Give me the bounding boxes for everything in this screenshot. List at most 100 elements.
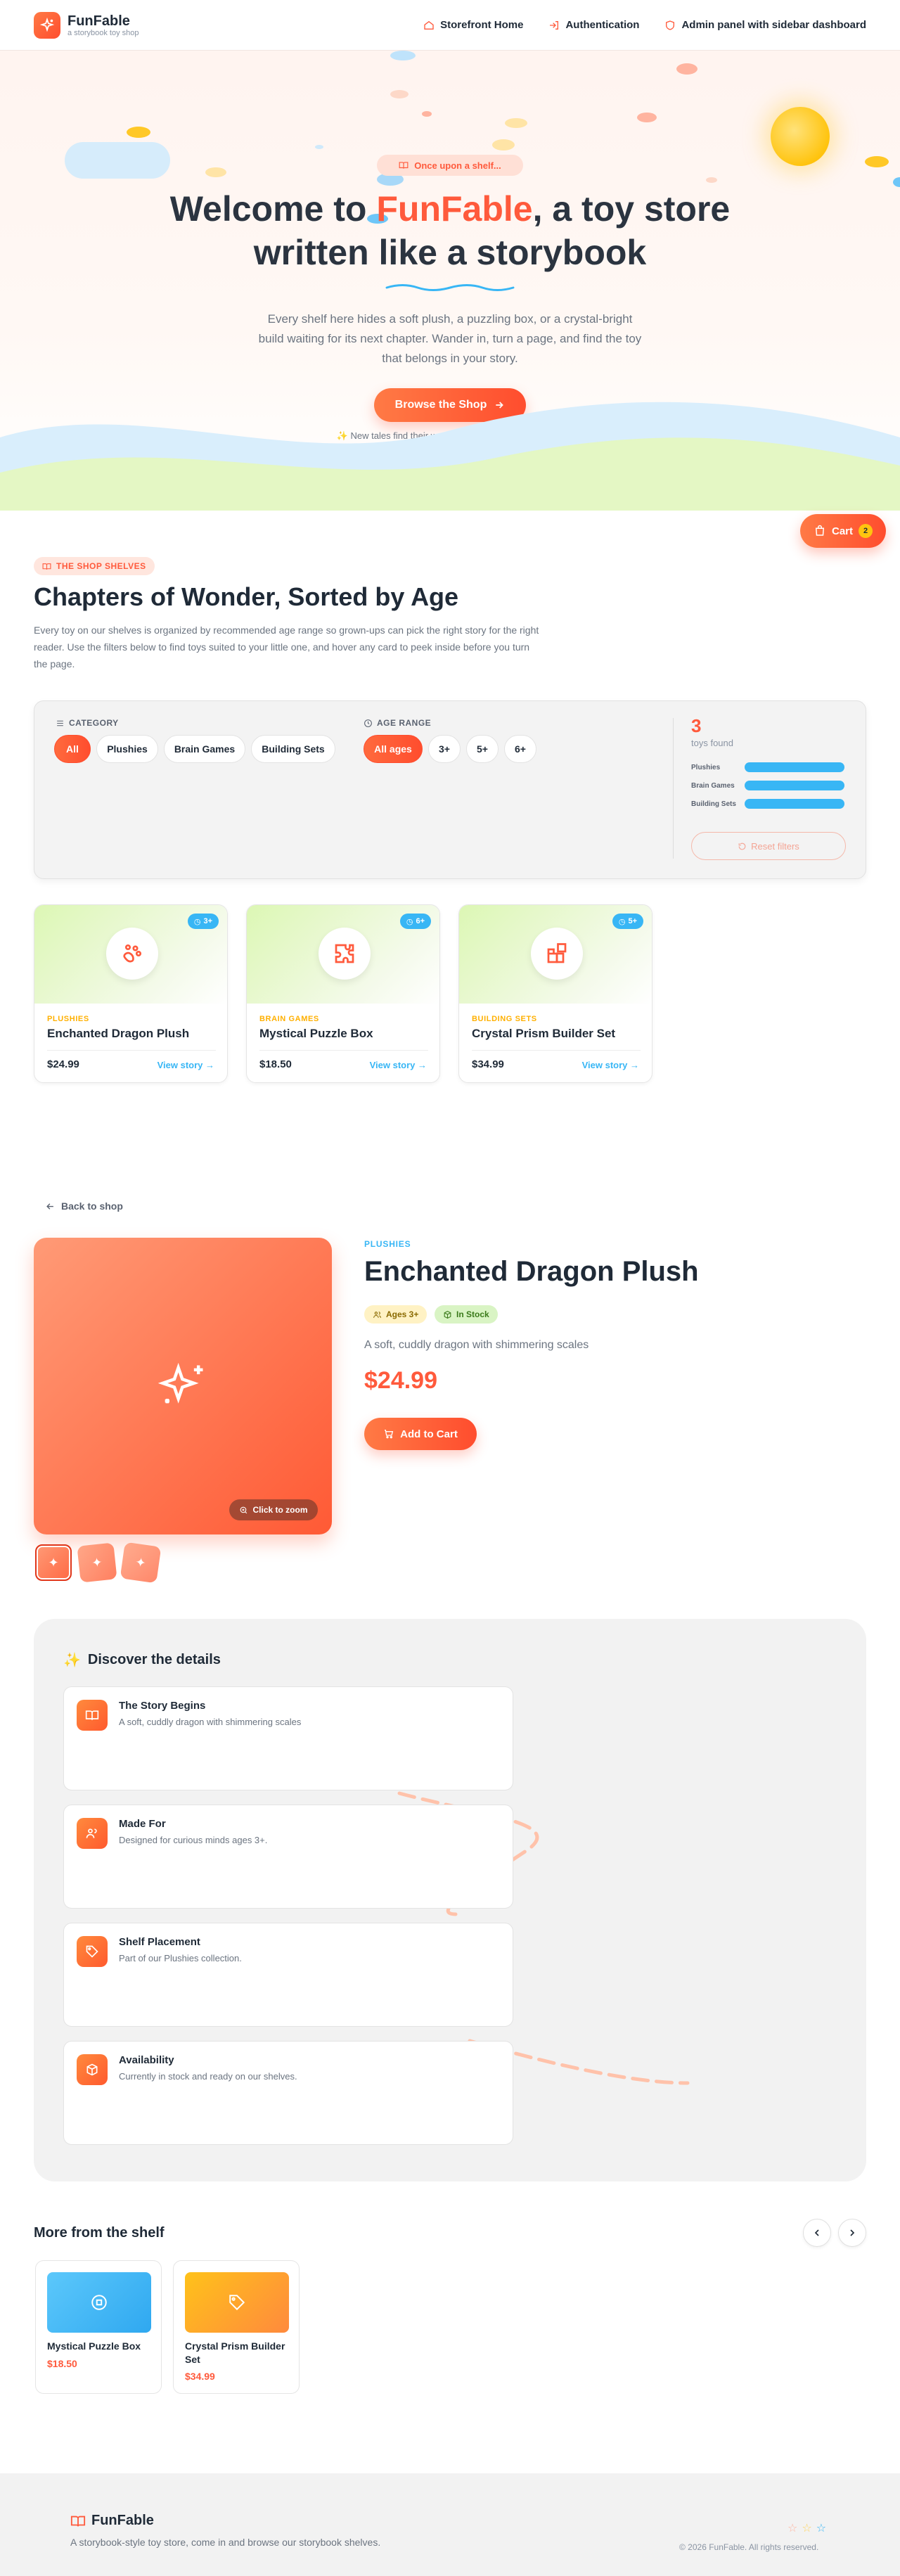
hero-title-pre: Welcome to	[169, 189, 377, 229]
zoom-button[interactable]: Click to zoom	[229, 1499, 318, 1520]
clock-icon: ◷	[193, 917, 201, 926]
tag-icon	[77, 1936, 108, 1967]
related-product-price: $34.99	[185, 2371, 215, 2382]
detail-card-title: The Story Begins	[119, 1700, 206, 1712]
age-badge: ◷ 5+	[612, 914, 643, 929]
detail-card-title: Availability	[119, 2054, 174, 2066]
logo-sparkle-icon[interactable]	[34, 11, 60, 39]
users-icon	[373, 1311, 381, 1318]
star-icon: ☆	[802, 2523, 812, 2535]
cart-button[interactable]: Cart 2	[800, 514, 886, 548]
related-product-name: Mystical Puzzle Box	[47, 2340, 141, 2352]
product-price: $18.50	[259, 1058, 292, 1070]
view-story-link[interactable]: View story →	[158, 1060, 214, 1070]
detail-card: Availability Currently in stock and read…	[63, 2041, 513, 2145]
carousel-prev-button[interactable]	[803, 2219, 831, 2247]
detail-description: A soft, cuddly dragon with shimmering sc…	[364, 1339, 589, 1351]
star-icon: ☆	[788, 2523, 798, 2535]
age-badge-text: 6+	[416, 917, 425, 925]
view-story-link[interactable]: View story →	[582, 1060, 639, 1070]
detail-title: Enchanted Dragon Plush	[364, 1256, 699, 1287]
nav-links: Storefront Home Authentication Admin pan…	[423, 19, 866, 31]
thumbnail-2[interactable]: ✦	[77, 1542, 117, 1583]
view-story-link[interactable]: View story →	[370, 1060, 427, 1070]
carousel-next-button[interactable]	[838, 2219, 866, 2247]
shield-icon	[666, 20, 675, 30]
product-category: BUILDING SETS	[472, 1015, 537, 1023]
thumbnail-1[interactable]: ✦	[35, 1544, 72, 1581]
filter-age-6[interactable]: 6+	[504, 735, 536, 763]
category-bar-label: Plushies	[691, 763, 721, 771]
refresh-icon	[738, 842, 746, 850]
more-section-title: More from the shelf	[34, 2225, 165, 2241]
brand-name: FunFable	[68, 13, 130, 29]
footer: FunFable A storybook-style toy store, co…	[0, 2473, 900, 2576]
footer-brand[interactable]: FunFable	[70, 2513, 154, 2529]
puzzle-icon	[47, 2272, 151, 2333]
category-bar-label: Building Sets	[691, 800, 736, 808]
nav-link-admin[interactable]: Admin panel with sidebar dashboard	[664, 19, 866, 31]
decor-dot	[505, 118, 527, 128]
book-icon	[77, 1700, 108, 1731]
category-bar: Brain Games	[691, 780, 846, 791]
nav-link-auth[interactable]: Authentication	[548, 19, 639, 31]
detail-card: The Story Begins A soft, cuddly dragon w…	[63, 1686, 513, 1790]
related-product-card[interactable]: Mystical Puzzle Box $18.50	[35, 2260, 162, 2394]
product-card[interactable]: ◷ 6+ BRAIN GAMES Mystical Puzzle Box $18.…	[246, 904, 440, 1083]
section-pill: THE SHOP SHELVES	[34, 557, 155, 575]
discover-title: ✨ Discover the details	[63, 1651, 221, 1669]
sparkle-icon: ✦	[48, 1555, 59, 1570]
decor-dot	[865, 156, 889, 167]
brand[interactable]: FunFable a storybook toy shop	[68, 13, 139, 37]
section-description: Every toy on our shelves is organized by…	[34, 624, 539, 669]
related-product-card[interactable]: Crystal Prism Builder Set $34.99	[173, 2260, 300, 2394]
detail-card: Shelf Placement Part of our Plushies col…	[63, 1923, 513, 2027]
product-category: PLUSHIES	[47, 1015, 89, 1023]
filter-category-plushies[interactable]: Plushies	[96, 735, 158, 763]
filter-age-5[interactable]: 5+	[466, 735, 499, 763]
sun-decoration	[771, 107, 830, 166]
detail-card-text: Part of our Plushies collection.	[119, 1953, 242, 1963]
product-main-image[interactable]: Click to zoom	[34, 1238, 332, 1534]
category-bar-fill	[745, 762, 844, 772]
stock-badge-text: In Stock	[456, 1309, 489, 1319]
back-to-shop-link[interactable]: Back to shop	[45, 1200, 123, 1212]
decor-dot	[315, 145, 323, 149]
filter-category-building-sets[interactable]: Building Sets	[251, 735, 335, 763]
squiggle-decoration	[385, 284, 515, 291]
decor-dot	[706, 177, 717, 183]
list-icon	[57, 720, 63, 726]
age-badge-text: 3+	[203, 917, 212, 925]
related-product-name: Crystal Prism Builder Set	[185, 2340, 285, 2365]
divider	[259, 1050, 428, 1051]
divider	[472, 1050, 641, 1051]
thumbnail-3[interactable]: ✦	[120, 1542, 162, 1584]
filter-category-all[interactable]: All	[54, 735, 91, 763]
detail-card-text: A soft, cuddly dragon with shimmering sc…	[119, 1717, 302, 1727]
filter-age-all[interactable]: All ages	[364, 735, 423, 763]
results-count: 3	[691, 715, 702, 736]
hero-title-accent: FunFable	[376, 189, 533, 229]
reset-filters-button[interactable]: Reset filters	[691, 832, 846, 860]
stock-badge: In Stock	[435, 1305, 498, 1324]
decor-dot	[127, 127, 150, 138]
footer-stars: ☆ ☆ ☆	[788, 2521, 826, 2535]
product-name: Mystical Puzzle Box	[259, 1027, 373, 1040]
section-title: Chapters of Wonder, Sorted by Age	[34, 582, 459, 611]
sparkle-icon: ✦	[134, 1554, 147, 1570]
nav-link-storefront[interactable]: Storefront Home	[423, 19, 523, 31]
wave-decoration	[0, 402, 900, 511]
related-product-price: $18.50	[47, 2358, 77, 2369]
category-bar-fill	[745, 781, 844, 790]
filter-age-3[interactable]: 3+	[428, 735, 461, 763]
age-badge-text: 5+	[628, 917, 637, 925]
product-card[interactable]: ◷ 3+ PLUSHIES Enchanted Dragon Plush $24.…	[34, 904, 228, 1083]
tag-icon	[185, 2272, 289, 2333]
add-to-cart-label: Add to Cart	[400, 1428, 458, 1440]
open-book-icon	[399, 162, 409, 169]
add-to-cart-button[interactable]: Add to Cart	[364, 1418, 477, 1450]
decor-dot	[637, 113, 657, 122]
filter-category-brain-games[interactable]: Brain Games	[164, 735, 245, 763]
package-icon	[444, 1310, 451, 1319]
product-card[interactable]: ◷ 5+ BUILDING SETS Crystal Prism Builder …	[458, 904, 652, 1083]
